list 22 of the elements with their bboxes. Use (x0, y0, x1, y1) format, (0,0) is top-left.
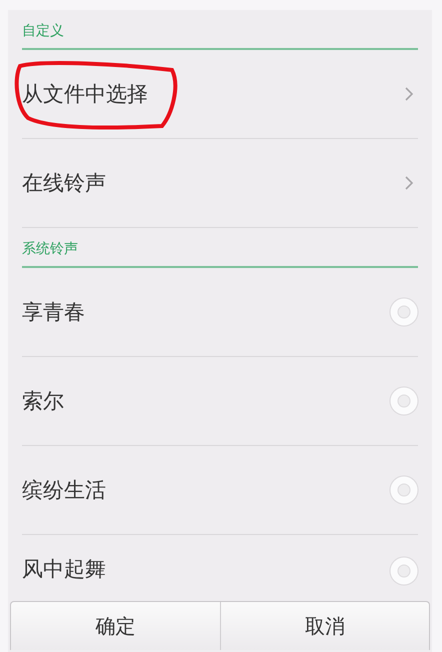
item-label: 风中起舞 (22, 556, 106, 583)
item-label: 享青春 (22, 299, 85, 326)
section-header: 自定义 (22, 22, 64, 41)
radio-button[interactable] (388, 555, 420, 587)
chevron-right-icon (404, 86, 414, 102)
chevron-right-icon (404, 175, 414, 191)
radio-button[interactable] (388, 385, 420, 417)
radio-button[interactable] (388, 296, 420, 328)
list-item[interactable]: 索尔 (22, 357, 418, 446)
item-label: 在线铃声 (22, 170, 106, 197)
dialog-button[interactable]: 确定 (11, 602, 220, 650)
item-label: 从文件中选择 (22, 81, 148, 108)
list-item[interactable]: 享青春 (22, 268, 418, 357)
item-label: 缤纷生活 (22, 477, 106, 504)
dialog-button[interactable]: 取消 (220, 602, 429, 650)
section-header: 系统铃声 (22, 240, 78, 259)
list-item[interactable]: 从文件中选择 (22, 50, 418, 139)
list-item[interactable]: 缤纷生活 (22, 446, 418, 535)
list-item[interactable]: 在线铃声 (22, 139, 418, 228)
radio-button[interactable] (388, 474, 420, 506)
item-label: 索尔 (22, 388, 64, 415)
list-item[interactable]: 风中起舞 (22, 535, 418, 601)
